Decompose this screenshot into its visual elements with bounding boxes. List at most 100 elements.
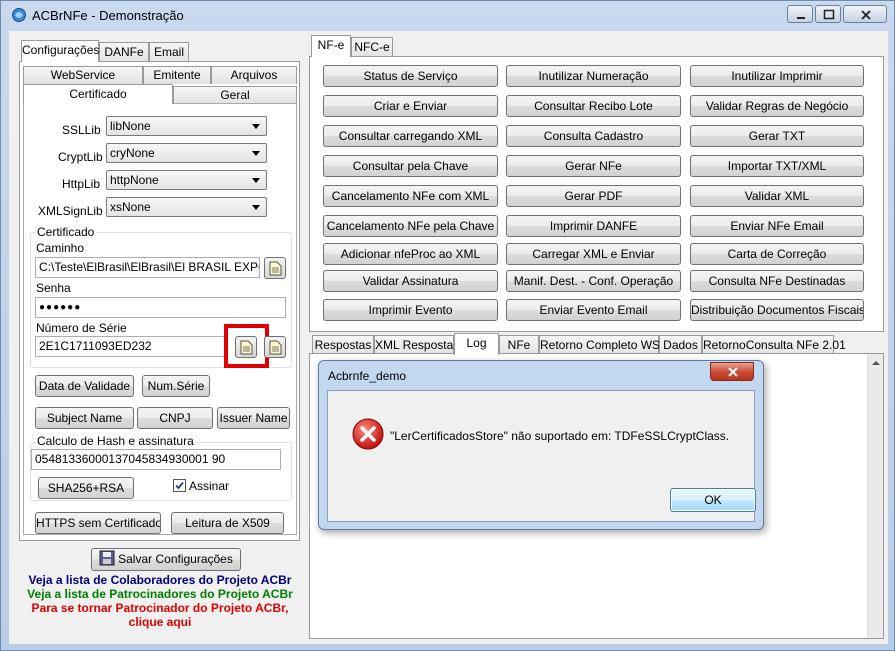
httplib-select[interactable]: httpNone	[106, 170, 267, 190]
nfe-action-button[interactable]: Imprimir Evento	[323, 299, 498, 321]
tab-nfe[interactable]: NF-e	[311, 35, 351, 57]
tab-geral[interactable]: Geral	[173, 86, 297, 104]
link-colaboradores[interactable]: Veja a lista de Colaboradores do Projeto…	[15, 573, 305, 587]
nfe-action-button[interactable]: Enviar NFe Email	[690, 215, 864, 237]
senha-label: Senha	[36, 281, 71, 295]
xmlsignlib-select[interactable]: xsNone	[106, 197, 267, 217]
ssllib-select[interactable]: libNone	[106, 116, 267, 136]
dialog-close-button[interactable]	[710, 362, 754, 381]
nfe-action-button[interactable]: Gerar TXT	[690, 125, 864, 147]
nfe-action-button[interactable]: Adicionar nfeProc ao XML	[323, 243, 498, 265]
nfe-action-button[interactable]: Manif. Dest. - Conf. Operação	[506, 270, 681, 292]
chevron-down-icon	[252, 151, 260, 156]
nfe-action-button[interactable]: Inutilizar Imprimir	[690, 65, 864, 87]
leitura-x509-button[interactable]: Leitura de X509	[171, 512, 284, 534]
nfe-action-button[interactable]: Distribuição Documentos Fiscais	[690, 299, 864, 321]
nfe-action-button[interactable]: Consultar carregando XML	[323, 125, 498, 147]
link-clique-aqui[interactable]: clique aqui	[15, 615, 305, 629]
bottom-tab[interactable]: XML Resposta	[374, 335, 454, 355]
maximize-button[interactable]	[815, 5, 841, 23]
nfe-action-button[interactable]: Validar Regras de Negócio	[690, 95, 864, 117]
nfe-action-button[interactable]: Carta de Correção	[690, 243, 864, 265]
minimize-button[interactable]	[787, 5, 813, 23]
cryptlib-value: cryNone	[110, 146, 155, 160]
senha-input[interactable]: ●●●●●●	[35, 297, 286, 318]
nfe-action-button[interactable]: Cancelamento NFe pela Chave	[323, 215, 498, 237]
app-icon	[12, 8, 26, 22]
nfe-action-button[interactable]: Importar TXT/XML	[690, 155, 864, 177]
tab-danfe[interactable]: DANFe	[99, 42, 149, 62]
certificado-group-label: Certificado	[35, 225, 97, 239]
salvar-configuracoes-button[interactable]: Salvar Configurações	[91, 548, 241, 571]
minimize-icon	[797, 17, 805, 19]
ssllib-value: libNone	[110, 119, 151, 133]
nfe-action-button[interactable]: Consultar Recibo Lote	[506, 95, 681, 117]
tab-configuracoes[interactable]: Configurações	[21, 40, 99, 62]
sha256-button[interactable]: SHA256+RSA	[38, 477, 134, 499]
tab-nfce[interactable]: NFC-e	[351, 37, 393, 57]
cryptlib-select[interactable]: cryNone	[106, 143, 267, 163]
nfe-action-button[interactable]: Inutilizar Numeração	[506, 65, 681, 87]
bottom-tab[interactable]: RetornoConsulta NFe 2.01	[702, 335, 846, 355]
close-button[interactable]	[843, 5, 887, 23]
nfe-action-button[interactable]: Imprimir DANFE	[506, 215, 681, 237]
nfe-action-button[interactable]: Enviar Evento Email	[506, 299, 681, 321]
bottom-tab[interactable]: Respostas	[312, 335, 374, 355]
checkmark-icon	[175, 481, 184, 490]
dialog-title: Acbrnfe_demo	[328, 369, 407, 383]
browse-caminho-button[interactable]	[264, 257, 286, 279]
nfe-action-button[interactable]: Consulta NFe Destinadas	[690, 270, 864, 292]
dialog-message: "LerCertificadosStore" não suportado em:…	[390, 429, 730, 443]
link-patrocinadores[interactable]: Veja a lista de Patrocinadores do Projet…	[15, 587, 305, 601]
chevron-down-icon	[252, 178, 260, 183]
salvar-label: Salvar Configurações	[118, 552, 233, 566]
nfe-action-button[interactable]: Consultar pela Chave	[323, 155, 498, 177]
maximize-icon	[823, 9, 835, 20]
close-icon	[728, 367, 738, 377]
bottom-tab[interactable]: Retorno Completo WS	[539, 335, 660, 355]
subject-name-button[interactable]: Subject Name	[35, 407, 134, 429]
tab-webservice[interactable]: WebService	[23, 66, 143, 84]
bottom-tab[interactable]: NFe	[499, 335, 539, 355]
bottom-tab[interactable]: Log	[454, 333, 499, 355]
nfe-action-button[interactable]: Gerar NFe	[506, 155, 681, 177]
nfe-action-button[interactable]: Validar Assinatura	[323, 270, 498, 292]
https-sem-certificado-button[interactable]: HTTPS sem Certificado	[35, 512, 161, 534]
scrollbar[interactable]	[867, 354, 883, 638]
hash-group-label: Calculo de Hash e assinatura	[35, 434, 196, 448]
nfe-action-button[interactable]: Carregar XML e Enviar	[506, 243, 681, 265]
nfe-action-button[interactable]: Criar e Enviar	[323, 95, 498, 117]
tab-emitente[interactable]: Emitente	[143, 66, 211, 84]
nfe-action-button[interactable]: Gerar PDF	[506, 185, 681, 207]
nfe-action-button[interactable]: Consulta Cadastro	[506, 125, 681, 147]
nfe-action-button[interactable]: Cancelamento NFe com XML	[323, 185, 498, 207]
serie-input[interactable]: 2E1C1711093ED232	[35, 336, 225, 357]
selecionar-certificado-button[interactable]	[235, 336, 257, 358]
cryptlib-label: CryptLib	[58, 150, 103, 164]
nfe-action-button[interactable]: Validar XML	[690, 185, 864, 207]
nfe-action-button[interactable]: Status de Serviço	[323, 65, 498, 87]
caminho-label: Caminho	[36, 241, 85, 255]
document-icon	[269, 261, 282, 276]
tab-arquivos[interactable]: Arquivos	[211, 66, 297, 84]
bottom-tab[interactable]: Dados	[659, 335, 702, 355]
assinar-checkbox[interactable]	[173, 479, 186, 492]
ssllib-label: SSLLib	[62, 123, 101, 137]
text-tornar-patrocinador: Para se tornar Patrocinador do Projeto A…	[31, 601, 289, 615]
document-icon	[240, 340, 253, 355]
tab-email[interactable]: Email	[149, 42, 189, 62]
ok-button[interactable]: OK	[670, 488, 756, 512]
selecionar-certificado-arquivo-button[interactable]	[264, 336, 286, 358]
dialog-body: "LerCertificadosStore" não suportado em:…	[327, 390, 756, 522]
chevron-down-icon	[252, 124, 260, 129]
num-serie-button[interactable]: Num.Série	[142, 375, 210, 397]
data-validade-button[interactable]: Data de Validade	[35, 375, 134, 397]
caminho-input[interactable]: C:\Teste\ElBrasil\ElBrasil\El BRASIL EXP…	[35, 257, 260, 278]
cnpj-button[interactable]: CNPJ	[137, 407, 213, 429]
tab-certificado[interactable]: Certificado	[23, 84, 173, 104]
xmlsignlib-value: xsNone	[110, 200, 151, 214]
httplib-value: httpNone	[110, 173, 159, 187]
issuer-name-button[interactable]: Issuer Name	[217, 407, 290, 429]
hash-input[interactable]: 05481336000137045834930001 90	[31, 449, 281, 470]
error-dialog: Acbrnfe_demo "LerCertificadosStore" não …	[318, 360, 764, 530]
